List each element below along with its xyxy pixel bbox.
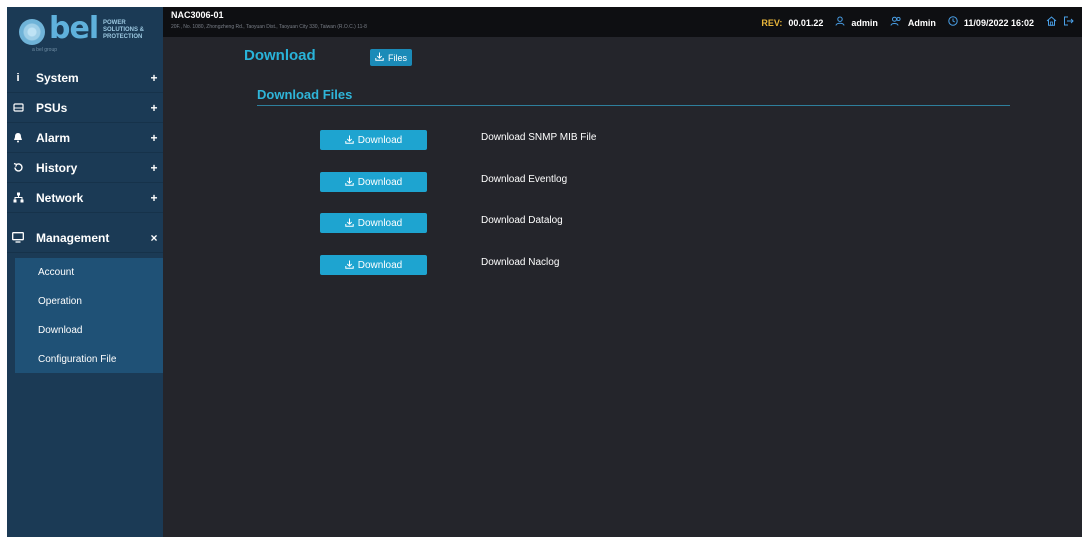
section-title: Download Files: [257, 87, 353, 102]
sidebar-item-alarm[interactable]: Alarm +: [7, 123, 163, 153]
bell-icon: [12, 132, 24, 144]
sidebar-item-label: History: [36, 160, 78, 175]
logo-subtext: POWER SOLUTIONS & PROTECTION: [103, 20, 145, 40]
download-row: Download Download SNMP MIB File: [320, 130, 720, 150]
sidebar: bel POWER SOLUTIONS & PROTECTION a bel g…: [7, 7, 163, 537]
download-icon: [375, 52, 384, 63]
download-button-label: Download: [357, 217, 403, 229]
sidebar-item-label: Alarm: [36, 130, 71, 145]
sidebar-item-management[interactable]: Management ×: [7, 223, 163, 253]
sidebar-item-history[interactable]: History +: [7, 153, 163, 183]
download-button-label: Download: [357, 176, 403, 188]
expand-icon[interactable]: +: [145, 71, 163, 85]
download-naclog-button[interactable]: Download: [320, 255, 427, 275]
expand-icon[interactable]: +: [145, 101, 163, 115]
download-description: Download Datalog: [481, 215, 563, 226]
sidebar-item-label: Network: [36, 190, 84, 205]
download-icon: [345, 135, 354, 146]
download-snmp-mib-button[interactable]: Download: [320, 130, 427, 150]
top-header: NAC3006-01 20F., No. 1080, Zhongzheng Rd…: [163, 7, 1082, 37]
user-role-icon: [890, 16, 902, 29]
download-eventlog-button[interactable]: Download: [320, 172, 427, 192]
download-row: Download Download Datalog: [320, 213, 720, 233]
download-description: Download Naclog: [481, 257, 560, 268]
logo-mark-icon: [19, 19, 45, 45]
brand-logo[interactable]: bel POWER SOLUTIONS & PROTECTION a bel g…: [7, 7, 163, 60]
rev-value: 00.01.22: [788, 17, 824, 28]
download-description: Download Eventlog: [481, 174, 568, 185]
sidebar-item-label: Management: [36, 230, 110, 245]
user-role: Admin: [907, 17, 936, 28]
expand-icon[interactable]: +: [145, 131, 163, 145]
rev-label: REV:: [761, 17, 783, 28]
download-icon: [345, 260, 354, 271]
submenu-item-configuration-file[interactable]: Configuration File: [15, 345, 163, 374]
expand-icon[interactable]: +: [145, 191, 163, 205]
submenu-item-operation[interactable]: Operation: [15, 287, 163, 316]
sidebar-item-label: PSUs: [36, 100, 68, 115]
management-submenu: Account Operation Download Configuration…: [15, 258, 163, 373]
expand-icon[interactable]: +: [145, 161, 163, 175]
download-button-label: Download: [357, 134, 403, 146]
download-icon: [345, 218, 354, 229]
files-button[interactable]: Files: [370, 49, 413, 66]
psu-icon: [12, 102, 24, 114]
logo-text: bel: [49, 11, 99, 46]
section-divider: [257, 105, 1010, 106]
clock-icon: [948, 16, 958, 29]
download-description: Download SNMP MIB File: [481, 132, 597, 143]
network-icon: [12, 192, 24, 204]
datetime: 11/09/2022 16:02: [963, 17, 1034, 28]
sidebar-item-psus[interactable]: PSUs +: [7, 93, 163, 123]
files-button-label: Files: [388, 52, 408, 63]
page-title: Download: [244, 47, 316, 64]
user-icon: [835, 16, 845, 29]
sidebar-item-label: System: [36, 70, 79, 85]
info-icon: i: [16, 71, 20, 84]
download-icon: [345, 177, 354, 188]
sidebar-item-network[interactable]: Network +: [7, 183, 163, 213]
sidebar-item-system[interactable]: i System +: [7, 63, 163, 93]
header-status: REV: 00.01.22 admin Admin 11/09/2022 16:…: [761, 16, 1074, 29]
user-name: admin: [851, 17, 878, 28]
app-window: bel POWER SOLUTIONS & PROTECTION a bel g…: [7, 7, 1082, 537]
monitor-icon: [12, 232, 24, 244]
home-icon[interactable]: [1046, 16, 1057, 29]
logo-group-text: a bel group: [32, 47, 58, 53]
download-row: Download Download Naclog: [320, 255, 720, 275]
history-icon: [12, 162, 24, 174]
collapse-icon[interactable]: ×: [145, 231, 163, 245]
submenu-item-account[interactable]: Account: [15, 258, 163, 287]
download-button-label: Download: [357, 259, 403, 271]
download-datalog-button[interactable]: Download: [320, 213, 427, 233]
device-name: NAC3006-01: [171, 10, 224, 20]
device-address: 20F., No. 1080, Zhongzheng Rd., Taoyuan …: [171, 24, 367, 30]
submenu-item-download[interactable]: Download: [15, 316, 163, 345]
logout-icon[interactable]: [1063, 16, 1074, 29]
download-row: Download Download Eventlog: [320, 172, 720, 192]
